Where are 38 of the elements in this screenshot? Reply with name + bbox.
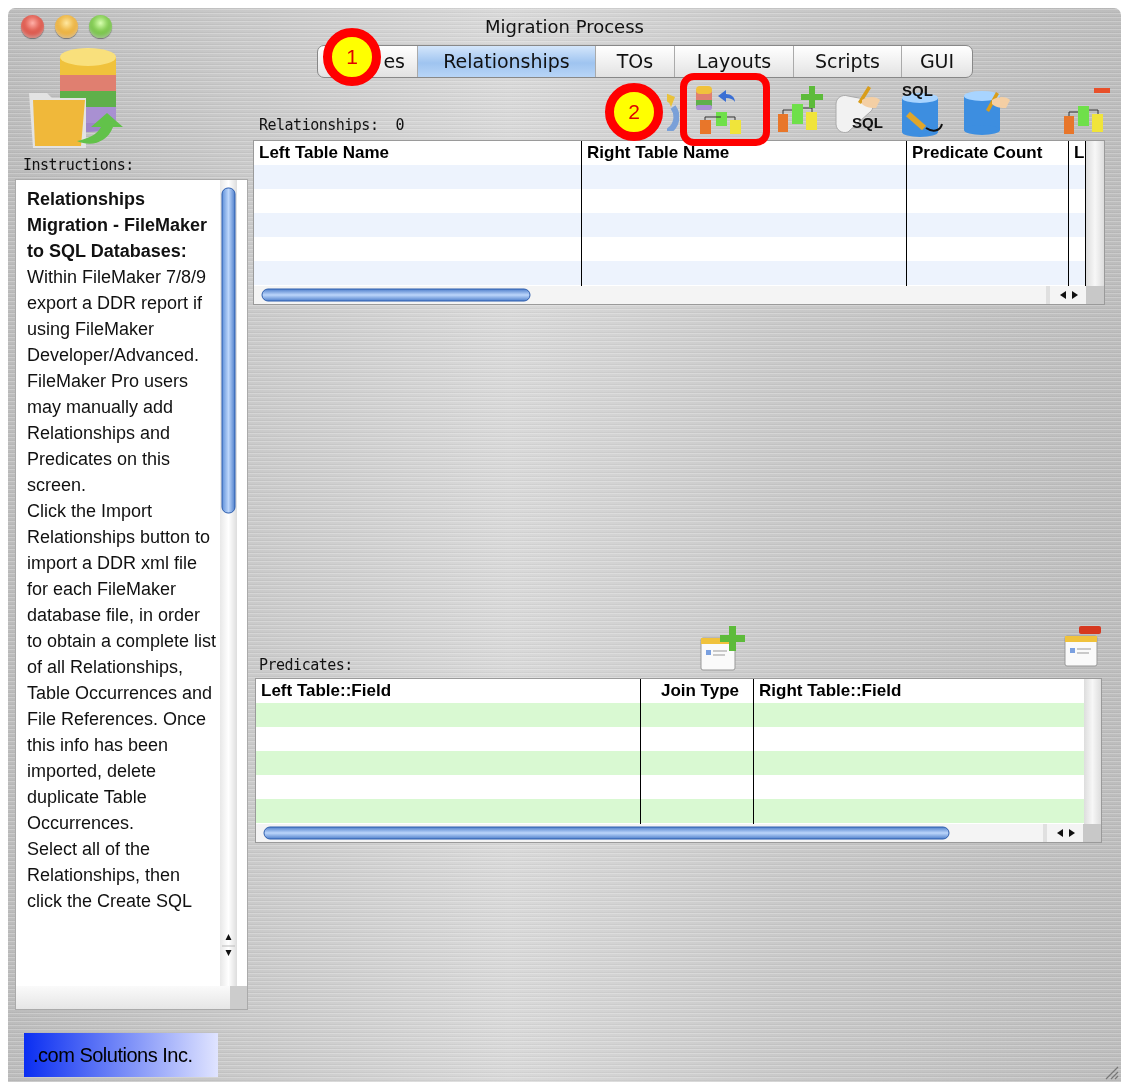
instructions-text: Click the Import Relationships button to import a DDR xml file for each FileMaker database file, in order to obtain a complete list of all Relationships, Table Occurrences and File References. Once this info has been imported, delete duplicate Table Occurrences. [27,500,218,835]
relationships-label: Relationships: [259,116,380,134]
tab[interactable]: TOs [595,45,674,77]
vertical-scrollbar[interactable] [1084,679,1101,824]
instructions-text: Select all of the Relationships, then click the Create SQL [27,838,194,913]
toolbar-button[interactable]: SQL [896,84,949,138]
horizontal-scrollbar[interactable] [16,986,247,1009]
column-header[interactable]: Predicate Count [907,141,1069,165]
instructions-text: Within FileMaker 7/8/9 export a DDR report if using FileMaker Developer/Advanced. FileMaker Pro users may manually add Relationships and Predicates on this screen. [27,266,208,497]
window-title: Migration Process [485,15,644,37]
close-button[interactable] [21,14,44,38]
vertical-scrollbar[interactable] [220,180,237,986]
tab[interactable]: Relationships [417,45,595,77]
company-logo: .com Solutions Inc. [24,1033,218,1077]
vertical-scrollbar[interactable] [1086,141,1104,286]
column-header[interactable]: Left Table::Field [256,679,641,703]
instructions-label: Instructions: [23,156,134,174]
callout-badge: 1 [323,28,381,86]
minimize-button[interactable] [55,14,78,38]
relationships-count: 0 [395,116,405,134]
horizontal-scrollbar[interactable] [256,824,1101,842]
callout-badge: 2 [605,83,663,141]
horizontal-scrollbar[interactable] [254,286,1104,304]
column-header[interactable]: Right Table::Field [754,679,1084,703]
predicates-label: Predicates: [259,656,353,674]
tab[interactable]: Layouts [674,45,793,77]
tab[interactable]: Scripts [793,45,901,77]
column-header[interactable]: L [1069,141,1086,165]
zoom-button[interactable] [89,14,112,38]
tab[interactable]: es [381,45,417,77]
column-header[interactable]: Right Table Name [582,141,907,165]
resize-grip[interactable] [1103,1064,1119,1080]
toolbar-button[interactable]: SQL [832,84,887,138]
instructions-heading: Relationships Migration - FileMaker to SQL Databases: [27,188,209,263]
tab[interactable]: GUI [901,45,972,77]
instructions-textbox[interactable] [15,179,248,1010]
column-header[interactable]: Join Type [641,679,754,703]
column-header[interactable]: Left Table Name [254,141,582,165]
